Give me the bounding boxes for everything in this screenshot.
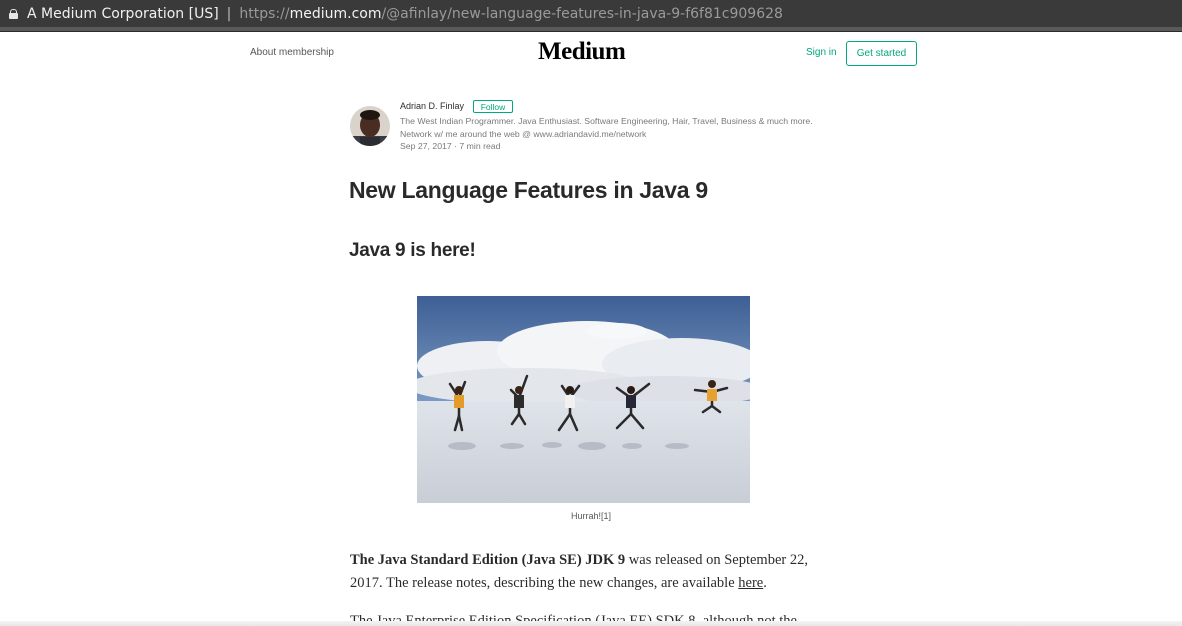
- url-path: /@afinlay/new-language-features-in-java-…: [381, 5, 783, 22]
- release-notes-link[interactable]: here: [738, 575, 763, 591]
- post-meta: Sep 27, 2017 · 7 min read: [400, 141, 501, 151]
- url-scheme: https://: [239, 5, 290, 22]
- article-image[interactable]: [417, 296, 750, 503]
- paragraph-1: The Java Standard Edition (Java SE) JDK …: [350, 549, 820, 595]
- sign-in-link[interactable]: Sign in: [806, 47, 837, 58]
- paragraph-1-bold: The Java Standard Edition (Java SE) JDK …: [350, 552, 626, 568]
- about-membership-link[interactable]: About membership: [250, 47, 334, 58]
- article-subtitle: Java 9 is here!: [349, 240, 476, 261]
- url-separator: |: [226, 5, 232, 22]
- image-caption: Hurrah![1]: [570, 511, 612, 521]
- author-name[interactable]: Adrian D. Finlay: [400, 101, 464, 111]
- medium-logo[interactable]: Medium: [538, 38, 626, 66]
- toolbar-divider: [0, 27, 1182, 32]
- get-started-button[interactable]: Get started: [846, 41, 917, 66]
- follow-button[interactable]: Follow: [473, 100, 513, 113]
- lock-icon: [9, 8, 18, 19]
- article-title: New Language Features in Java 9: [349, 177, 708, 203]
- browser-url-bar[interactable]: A Medium Corporation [US] | https://medi…: [0, 0, 1182, 27]
- paragraph-1-end: .: [763, 575, 767, 591]
- avatar[interactable]: [350, 106, 390, 146]
- viewport-bottom-edge: [0, 621, 1182, 626]
- url-host: medium.com: [289, 5, 382, 22]
- author-bio: The West Indian Programmer. Java Enthusi…: [400, 116, 813, 139]
- site-identity[interactable]: A Medium Corporation [US]: [27, 6, 219, 22]
